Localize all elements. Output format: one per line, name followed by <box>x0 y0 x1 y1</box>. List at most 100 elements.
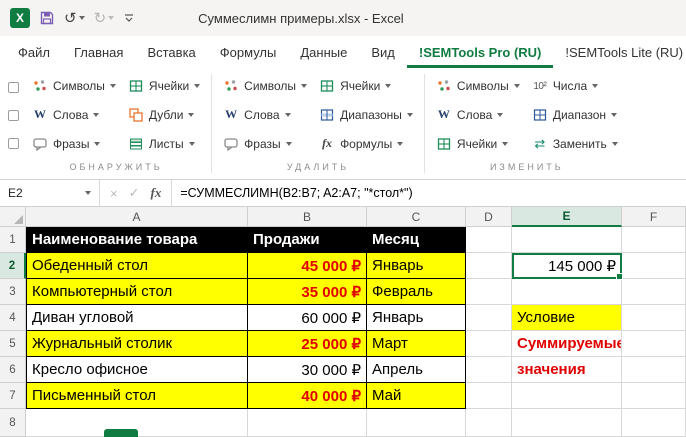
cell-C2[interactable]: Январь <box>367 253 466 279</box>
row-header-3[interactable]: 3 <box>0 279 26 305</box>
cell-C7[interactable]: Май <box>367 383 466 409</box>
select-all-corner[interactable] <box>0 207 26 227</box>
cell-F5[interactable] <box>622 331 686 357</box>
detect-cells-button[interactable]: Ячейки <box>124 77 204 96</box>
active-sheet-tab[interactable] <box>104 429 138 437</box>
redo-button[interactable]: ↻ <box>94 9 115 27</box>
enter-icon[interactable]: ✓ <box>129 185 140 201</box>
cell-E7[interactable] <box>512 383 622 409</box>
cell-E5[interactable]: Суммируемые <box>512 331 622 357</box>
ribbon-checkbox[interactable] <box>8 137 19 149</box>
tab-insert[interactable]: Вставка <box>135 36 207 68</box>
cell-C6[interactable]: Апрель <box>367 357 466 383</box>
cell-A6[interactable]: Кресло офисное <box>26 357 248 383</box>
cell-A1[interactable]: Наименование товара <box>26 227 248 253</box>
col-header-b[interactable]: B <box>248 207 367 227</box>
tab-file[interactable]: Файл <box>6 36 62 68</box>
cell-E8[interactable] <box>512 409 622 437</box>
cell-A2[interactable]: Обеденный стол <box>26 253 248 279</box>
row-header-8[interactable]: 8 <box>0 409 26 437</box>
ribbon-checkbox[interactable] <box>8 109 19 121</box>
tab-formulas[interactable]: Формулы <box>208 36 289 68</box>
cell-C5[interactable]: Март <box>367 331 466 357</box>
tab-semtools-lite[interactable]: !SEMTools Lite (RU) <box>553 36 686 68</box>
detect-phrases-button[interactable]: Фразы <box>28 134 120 153</box>
cell-C4[interactable]: Январь <box>367 305 466 331</box>
tab-home[interactable]: Главная <box>62 36 135 68</box>
cell-F7[interactable] <box>622 383 686 409</box>
tab-view[interactable]: Вид <box>359 36 407 68</box>
cell-F8[interactable] <box>622 409 686 437</box>
row-header-2[interactable]: 2 <box>0 253 26 279</box>
customize-quick-access-toolbar-button[interactable] <box>123 12 135 24</box>
change-words-button[interactable]: W Слова <box>432 105 524 124</box>
row-header-1[interactable]: 1 <box>0 227 26 253</box>
cell-B7[interactable]: 40 000 ₽ <box>248 383 367 409</box>
cell-F6[interactable] <box>622 357 686 383</box>
delete-words-button[interactable]: W Слова <box>219 105 311 124</box>
cell-E3[interactable] <box>512 279 622 305</box>
tab-semtools-pro[interactable]: !SEMTools Pro (RU) <box>407 36 554 68</box>
cell-D7[interactable] <box>466 383 512 409</box>
excel-logo-icon[interactable]: X <box>10 8 30 28</box>
cell-B5[interactable]: 25 000 ₽ <box>248 331 367 357</box>
cell-D5[interactable] <box>466 331 512 357</box>
tab-data[interactable]: Данные <box>288 36 359 68</box>
cell-E1[interactable] <box>512 227 622 253</box>
detect-sheets-button[interactable]: Листы <box>124 134 204 153</box>
cell-B8[interactable] <box>248 409 367 437</box>
cell-B3[interactable]: 35 000 ₽ <box>248 279 367 305</box>
col-header-a[interactable]: A <box>26 207 248 227</box>
col-header-e[interactable]: E <box>512 207 622 227</box>
ribbon-checkbox[interactable] <box>8 82 19 94</box>
cell-A5[interactable]: Журнальный столик <box>26 331 248 357</box>
cell-F4[interactable] <box>622 305 686 331</box>
cell-A7[interactable]: Письменный стол <box>26 383 248 409</box>
cell-A3[interactable]: Компьютерный стол <box>26 279 248 305</box>
cell-D4[interactable] <box>466 305 512 331</box>
delete-symbols-button[interactable]: Символы <box>219 77 311 96</box>
undo-button[interactable]: ↺ <box>64 9 85 27</box>
cell-D8[interactable] <box>466 409 512 437</box>
col-header-f[interactable]: F <box>622 207 686 227</box>
cell-C8[interactable] <box>367 409 466 437</box>
change-symbols-button[interactable]: Символы <box>432 77 524 96</box>
save-button[interactable] <box>39 10 55 26</box>
cell-E6[interactable]: значения <box>512 357 622 383</box>
cell-C3[interactable]: Февраль <box>367 279 466 305</box>
detect-words-button[interactable]: W Слова <box>28 105 120 124</box>
cell-D6[interactable] <box>466 357 512 383</box>
cell-D2[interactable] <box>466 253 512 279</box>
detect-symbols-button[interactable]: Символы <box>28 77 120 96</box>
cell-F2[interactable] <box>622 253 686 279</box>
change-range-button[interactable]: Диапазон <box>528 105 622 124</box>
detect-duplicates-button[interactable]: Дубли <box>124 105 204 124</box>
col-header-c[interactable]: C <box>367 207 466 227</box>
delete-phrases-button[interactable]: Фразы <box>219 134 311 153</box>
cell-B4[interactable]: 60 000 ₽ <box>248 305 367 331</box>
insert-function-icon[interactable]: fx <box>151 185 162 201</box>
cell-B1[interactable]: Продажи <box>248 227 367 253</box>
change-replace-button[interactable]: ⇄ Заменить <box>528 134 622 153</box>
cell-A4[interactable]: Диван угловой <box>26 305 248 331</box>
name-box[interactable]: E2 <box>0 180 100 206</box>
cancel-icon[interactable]: × <box>110 186 118 201</box>
row-header-6[interactable]: 6 <box>0 357 26 383</box>
row-header-7[interactable]: 7 <box>0 383 26 409</box>
cell-F3[interactable] <box>622 279 686 305</box>
change-numbers-button[interactable]: 10² Числа <box>528 77 622 96</box>
cell-D1[interactable] <box>466 227 512 253</box>
cell-B6[interactable]: 30 000 ₽ <box>248 357 367 383</box>
row-header-4[interactable]: 4 <box>0 305 26 331</box>
cell-C1[interactable]: Месяц <box>367 227 466 253</box>
change-cells-button[interactable]: Ячейки <box>432 134 524 153</box>
delete-formulas-button[interactable]: fx Формулы <box>315 134 417 153</box>
formula-input[interactable]: =СУММЕСЛИМН(B2:B7; A2:A7; "*стол*") <box>172 180 686 206</box>
cell-E2-selected[interactable]: 145 000 ₽ <box>512 253 623 280</box>
cell-F1[interactable] <box>622 227 686 253</box>
delete-ranges-button[interactable]: Диапазоны <box>315 105 417 124</box>
cell-B2[interactable]: 45 000 ₽ <box>248 253 367 279</box>
row-header-5[interactable]: 5 <box>0 331 26 357</box>
cell-D3[interactable] <box>466 279 512 305</box>
delete-cells-button[interactable]: Ячейки <box>315 77 417 96</box>
